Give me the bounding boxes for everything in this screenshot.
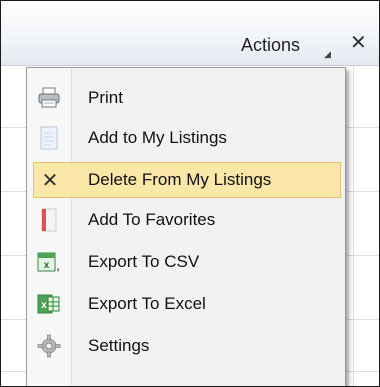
svg-text:x: x: [44, 260, 50, 271]
dropdown-corner-icon: ◢: [324, 49, 331, 59]
excel-icon: x: [37, 292, 61, 316]
menu-item-label: Add To Favorites: [88, 210, 216, 229]
printer-icon: [37, 86, 61, 110]
close-icon[interactable]: ✕: [350, 30, 367, 55]
grid-toolbar: Actions ◢ ✕: [1, 1, 379, 66]
menu-item-add-to-my-listings[interactable]: Add to My Listings: [33, 120, 341, 156]
menu-item-export-to-excel[interactable]: x Export To Excel: [33, 286, 341, 322]
menu-item-print[interactable]: Print: [33, 80, 341, 116]
close-icon: ✕: [41, 170, 59, 192]
menu-item-delete-from-my-listings[interactable]: ✕ Delete From My Listings: [33, 162, 341, 198]
csv-icon: x ,: [37, 250, 61, 274]
svg-text:,: ,: [57, 262, 60, 273]
grid-frame: Actions ◢ ✕ Print Add to My Listings ✕ D…: [0, 0, 380, 387]
actions-menu-button[interactable]: Actions: [241, 35, 300, 56]
menu-item-add-to-favorites[interactable]: Add To Favorites: [33, 202, 341, 238]
document-icon: [37, 126, 61, 150]
menu-item-settings[interactable]: Settings: [33, 328, 341, 364]
column-divider: [353, 66, 354, 386]
menu-item-label: Add to My Listings: [88, 128, 227, 147]
actions-dropdown-menu: Print Add to My Listings ✕ Delete From M…: [26, 67, 346, 386]
menu-item-label: Export To CSV: [88, 252, 200, 271]
menu-item-export-to-csv[interactable]: x , Export To CSV: [33, 244, 341, 280]
menu-item-label: Delete From My Listings: [88, 170, 272, 189]
svg-text:x: x: [41, 300, 47, 311]
menu-item-label: Settings: [88, 336, 150, 355]
menu-item-label: Export To Excel: [88, 294, 206, 313]
bookmark-icon: [37, 208, 61, 232]
gear-icon: [37, 334, 61, 358]
menu-item-label: Print: [88, 88, 123, 107]
